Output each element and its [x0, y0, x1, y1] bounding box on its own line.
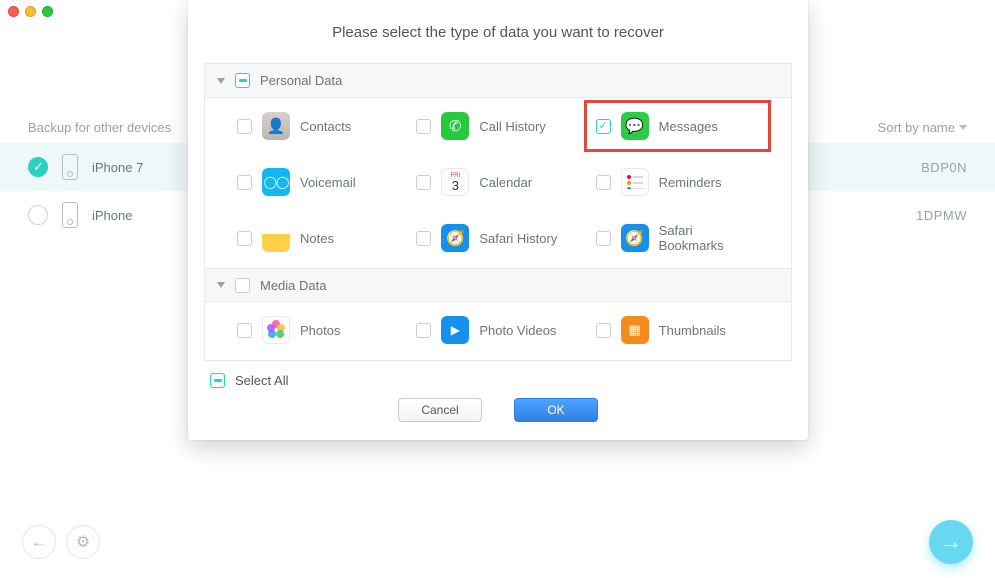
photos-icon: [262, 316, 290, 344]
checkbox-safari-bookmarks[interactable]: [596, 231, 611, 246]
contacts-icon: 👤: [262, 112, 290, 140]
item-label: Safari History: [479, 231, 557, 246]
safari-bookmarks-icon: 🧭: [621, 224, 649, 252]
window-controls: [8, 6, 53, 17]
checkbox-safari-history[interactable]: [416, 231, 431, 246]
item-label: Thumbnails: [659, 323, 726, 338]
checkbox-photos[interactable]: [237, 323, 252, 338]
media-data-grid: Photos ▶ Photo Videos ▦ Thumbnails: [205, 302, 791, 360]
highlight-box: [584, 100, 771, 152]
phone-icon: [62, 202, 78, 228]
gear-icon: ⚙: [76, 532, 90, 552]
section-checkbox-media[interactable]: [235, 278, 250, 293]
item-label: Photos: [300, 323, 340, 338]
cancel-button[interactable]: Cancel: [398, 398, 482, 422]
section-header-media[interactable]: Media Data: [205, 268, 791, 302]
data-type-messages[interactable]: 💬 Messages: [592, 108, 763, 144]
reminders-icon: [621, 168, 649, 196]
device-radio[interactable]: [28, 157, 48, 177]
call-history-icon: ✆: [441, 112, 469, 140]
checkbox-reminders[interactable]: [596, 175, 611, 190]
close-window-button[interactable]: [8, 6, 19, 17]
data-type-call-history[interactable]: ✆ Call History: [412, 108, 583, 144]
select-all-checkbox[interactable]: [210, 373, 225, 388]
select-all-label: Select All: [235, 373, 288, 388]
item-label: Calendar: [479, 175, 532, 190]
select-all-row[interactable]: Select All: [210, 373, 792, 388]
section-title: Media Data: [260, 278, 326, 293]
device-radio[interactable]: [28, 205, 48, 225]
item-label: Call History: [479, 119, 545, 134]
modal-title: Please select the type of data you want …: [204, 24, 792, 41]
arrow-left-icon: ←: [31, 532, 48, 552]
checkbox-photo-videos[interactable]: [416, 323, 431, 338]
item-label: Photo Videos: [479, 323, 556, 338]
section-checkbox-personal[interactable]: [235, 73, 250, 88]
device-id: 1DPMW: [916, 208, 967, 223]
item-label: Reminders: [659, 175, 722, 190]
checkbox-notes[interactable]: [237, 231, 252, 246]
data-type-voicemail[interactable]: ◯◯ Voicemail: [233, 164, 404, 200]
maximize-window-button[interactable]: [42, 6, 53, 17]
backup-header-label: Backup for other devices: [28, 120, 171, 135]
voicemail-icon: ◯◯: [262, 168, 290, 196]
notes-icon: [262, 224, 290, 252]
disclosure-icon: [217, 78, 225, 84]
disclosure-icon: [217, 282, 225, 288]
item-label: Contacts: [300, 119, 351, 134]
data-type-panel: Personal Data 👤 Contacts ✆ Call History …: [204, 63, 792, 361]
next-button[interactable]: →: [929, 520, 973, 564]
sort-dropdown[interactable]: Sort by name: [878, 120, 967, 135]
data-type-contacts[interactable]: 👤 Contacts: [233, 108, 404, 144]
checkbox-thumbnails[interactable]: [596, 323, 611, 338]
checkbox-voicemail[interactable]: [237, 175, 252, 190]
back-button[interactable]: ←: [22, 525, 56, 559]
personal-data-grid: 👤 Contacts ✆ Call History 💬 Messages: [205, 98, 791, 268]
data-type-calendar[interactable]: FRI 3 Calendar: [412, 164, 583, 200]
checkbox-calendar[interactable]: [416, 175, 431, 190]
photo-videos-icon: ▶: [441, 316, 469, 344]
calendar-icon-day: 3: [452, 179, 459, 192]
checkbox-call-history[interactable]: [416, 119, 431, 134]
phone-icon: [62, 154, 78, 180]
data-type-safari-bookmarks[interactable]: 🧭 Safari Bookmarks: [592, 220, 763, 256]
select-data-type-modal: Please select the type of data you want …: [188, 0, 808, 440]
checkbox-contacts[interactable]: [237, 119, 252, 134]
data-type-reminders[interactable]: Reminders: [592, 164, 763, 200]
thumbnails-icon: ▦: [621, 316, 649, 344]
chevron-down-icon: [959, 125, 967, 130]
section-header-personal[interactable]: Personal Data: [205, 64, 791, 98]
sort-label: Sort by name: [878, 120, 955, 135]
item-label: Notes: [300, 231, 334, 246]
calendar-icon: FRI 3: [441, 168, 469, 196]
item-label: Voicemail: [300, 175, 356, 190]
data-type-photos[interactable]: Photos: [233, 312, 404, 348]
data-type-photo-videos[interactable]: ▶ Photo Videos: [412, 312, 583, 348]
data-type-thumbnails[interactable]: ▦ Thumbnails: [592, 312, 763, 348]
device-id: BDP0N: [921, 160, 967, 175]
safari-history-icon: 🧭: [441, 224, 469, 252]
minimize-window-button[interactable]: [25, 6, 36, 17]
arrow-right-icon: →: [940, 529, 962, 555]
ok-button[interactable]: OK: [514, 398, 598, 422]
item-label: Safari Bookmarks: [659, 223, 759, 253]
settings-button[interactable]: ⚙: [66, 525, 100, 559]
data-type-safari-history[interactable]: 🧭 Safari History: [412, 220, 583, 256]
data-type-notes[interactable]: Notes: [233, 220, 404, 256]
section-title: Personal Data: [260, 73, 342, 88]
